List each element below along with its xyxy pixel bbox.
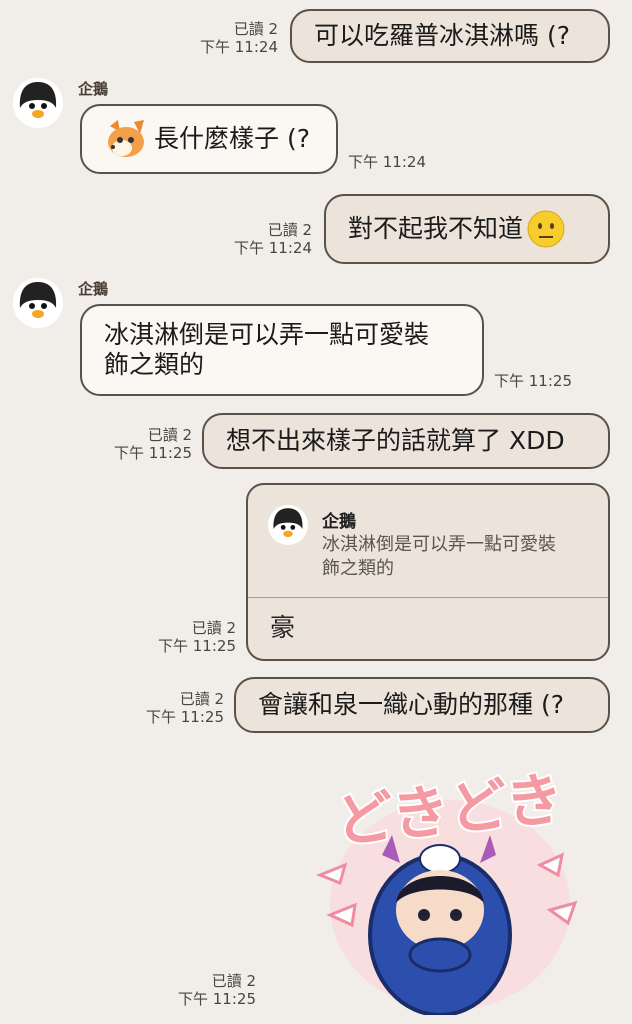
message-meta: 已讀 2 下午 11:25 [114,426,192,462]
message-meta: 已讀 2 下午 11:25 [146,690,224,726]
reply-message-bubble[interactable]: 企鵝 冰淇淋倒是可以弄一點可愛裝 飾之類的 豪 [246,483,610,661]
avatar[interactable] [13,78,63,128]
read-receipt: 已讀 2 [191,619,236,637]
message-meta: 已讀 2 下午 11:24 [234,221,312,257]
message-text-line: 飾之類的 [104,350,205,379]
read-receipt: 已讀 2 [179,690,224,708]
message-bubble[interactable]: 冰淇淋倒是可以弄一點可愛裝 飾之類的 [80,304,484,396]
read-receipt: 已讀 2 [233,20,278,38]
penguin-icon [268,505,308,545]
neutral-face-emoji-icon [527,210,565,248]
message-meta: 已讀 2 下午 11:25 [158,619,236,655]
timestamp: 下午 11:25 [494,372,572,390]
timestamp: 下午 11:24 [234,239,312,257]
blue-hooded-character-sticker[interactable]: どきどき [300,755,600,1017]
penguin-icon [13,278,63,328]
avatar[interactable] [13,278,63,328]
read-receipt: 已讀 2 [147,426,192,444]
message-text: 豪 [270,613,296,642]
quoted-avatar [268,505,308,545]
message-text-line: 冰淇淋倒是可以弄一點可愛裝 [104,320,430,349]
message-text: 對不起我不知道 [348,214,524,243]
message-text: 可以吃羅普冰淇淋嗎 (? [314,21,570,50]
sender-name: 企鵝 [78,280,109,298]
quoted-text: 冰淇淋倒是可以弄一點可愛裝 飾之類的 [322,533,556,581]
message-bubble[interactable]: 會讓和泉一織心動的那種 (? [234,677,610,733]
message-text: 長什麼樣子 (? [154,124,310,153]
timestamp: 下午 11:24 [348,153,426,171]
quoted-sender-name: 企鵝 [322,512,356,532]
penguin-icon [13,78,63,128]
read-receipt: 已讀 2 [267,221,312,239]
fox-emoji-icon [104,116,150,162]
read-receipt: 已讀 2 [211,972,256,990]
message-text: 會讓和泉一織心動的那種 (? [258,690,564,719]
timestamp: 下午 11:25 [158,637,236,655]
message-meta: 已讀 2 下午 11:24 [200,20,278,56]
message-meta: 已讀 2 下午 11:25 [178,972,256,1008]
sender-name: 企鵝 [78,80,109,98]
timestamp: 下午 11:25 [114,444,192,462]
message-text: 想不出來樣子的話就算了 XDD [226,426,565,455]
timestamp: 下午 11:25 [146,708,224,726]
message-bubble[interactable]: 可以吃羅普冰淇淋嗎 (? [290,9,610,63]
message-bubble[interactable]: 對不起我不知道 [324,194,610,264]
timestamp: 下午 11:25 [178,990,256,1008]
quoted-text-line: 冰淇淋倒是可以弄一點可愛裝 [322,534,556,555]
reply-divider [248,597,608,598]
quoted-text-line: 飾之類的 [322,558,394,579]
message-bubble[interactable]: 長什麼樣子 (? [80,104,338,174]
message-bubble[interactable]: 想不出來樣子的話就算了 XDD [202,413,610,469]
timestamp: 下午 11:24 [200,38,278,56]
